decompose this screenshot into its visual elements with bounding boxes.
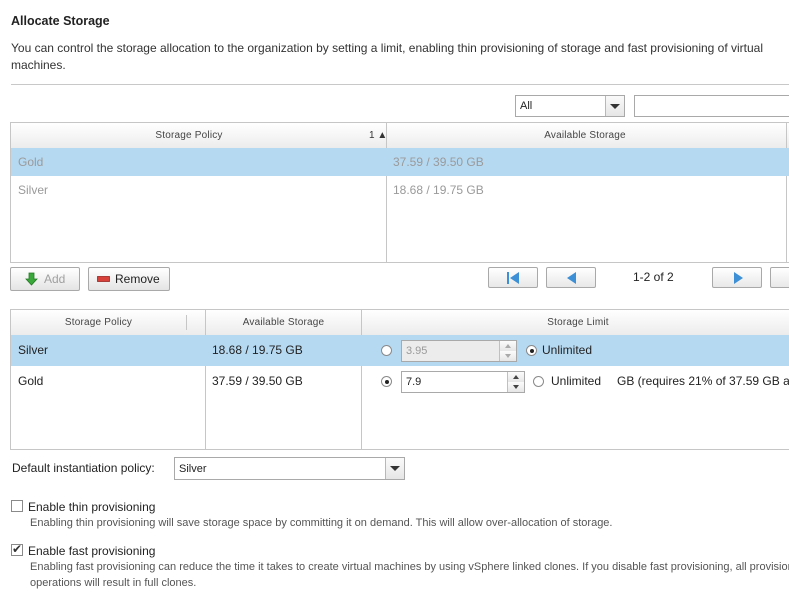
unlimited-label: Unlimited [551,374,602,388]
next-page-icon [734,272,743,284]
default-policy-value: Silver [179,463,207,475]
unlimited-label: Unlimited [542,343,593,357]
grid-header: Storage Policy 1 ▲ Available Storage [11,123,789,149]
add-button-label: Add [44,272,66,286]
stepper-down-button[interactable] [508,382,524,392]
limit-suffix: GB (requires 21% of 37.59 GB a [617,374,789,388]
row-available: 18.68 / 19.75 GB [212,343,303,357]
filter-search-input[interactable] [634,95,789,117]
column-header-storage-limit[interactable]: Storage Limit [362,310,789,335]
table-row[interactable]: Gold 37.59 / 39.50 GB [11,148,789,176]
limit-stepper-value: 7.9 [406,376,422,388]
thin-provisioning-description: Enabling thin provisioning will save sto… [30,517,613,529]
fast-provisioning-label: Enable fast provisioning [28,544,156,558]
row-policy: Gold [18,155,44,169]
thin-provisioning-label: Enable thin provisioning [28,500,156,514]
red-minus-icon [97,276,110,282]
previous-page-icon [567,272,576,284]
thin-provisioning-checkbox[interactable] [11,500,23,512]
remove-button[interactable]: Remove [88,267,170,291]
column-header-available-storage[interactable]: Available Storage [387,123,783,148]
unlimited-radio[interactable] [526,345,537,356]
limit-radio[interactable] [381,376,392,387]
previous-page-button[interactable] [546,267,596,288]
add-button[interactable]: Add [10,267,80,291]
fast-provisioning-checkbox[interactable] [11,542,23,556]
divider [11,84,789,85]
storage-limit-grid: Storage Policy Available Storage Storage… [10,309,789,450]
column-header-available-storage[interactable]: Available Storage [206,310,361,335]
storage-policy-grid: Storage Policy 1 ▲ Available Storage Gol… [10,122,789,263]
section-title: Allocate Storage [11,14,110,28]
green-down-arrow-icon [25,272,38,286]
fast-provisioning-description-line2: operations will result in full clones. [30,577,197,589]
unlimited-radio[interactable] [533,376,544,387]
table-row[interactable]: Silver 18.68 / 19.75 GB 3.95 Unlimited [11,335,789,366]
next-page-button[interactable] [712,267,762,288]
limit-stepper[interactable]: 7.9 [401,371,525,393]
remove-button-label: Remove [115,272,160,286]
section-description: You can control the storage allocation t… [11,41,764,72]
table-row[interactable]: Gold 37.59 / 39.50 GB 7.9 Unlimited GB (… [11,366,789,397]
default-policy-label: Default instantiation policy: [12,461,155,475]
table-row[interactable]: Silver 18.68 / 19.75 GB [11,176,789,204]
row-policy: Gold [18,374,44,388]
last-page-button[interactable] [770,267,789,288]
chevron-down-icon [385,458,404,479]
row-available: 37.59 / 39.50 GB [393,155,484,169]
column-header-storage-policy[interactable]: Storage Policy [11,310,186,335]
filter-dropdown-value: All [520,100,533,112]
grid-header: Storage Policy Available Storage Storage… [11,310,789,336]
sort-indicator[interactable]: 1 ▲ [369,123,387,148]
limit-stepper[interactable]: 3.95 [401,340,517,362]
limit-stepper-value: 3.95 [406,345,428,357]
row-policy: Silver [18,343,49,357]
stepper-down-button[interactable] [500,351,516,361]
first-page-button[interactable] [488,267,538,288]
row-available: 18.68 / 19.75 GB [393,183,484,197]
chevron-down-icon [605,96,624,116]
filter-dropdown[interactable]: All [515,95,625,117]
pagination-text: 1-2 of 2 [633,270,674,284]
column-header-storage-policy[interactable]: Storage Policy [11,123,367,148]
column-separator [186,315,187,330]
first-page-icon [507,272,519,284]
fast-provisioning-description-line1: Enabling fast provisioning can reduce th… [30,561,789,573]
row-policy: Silver [18,183,49,197]
row-available: 37.59 / 39.50 GB [212,374,303,388]
default-policy-dropdown[interactable]: Silver [174,457,405,480]
limit-radio[interactable] [381,345,392,356]
